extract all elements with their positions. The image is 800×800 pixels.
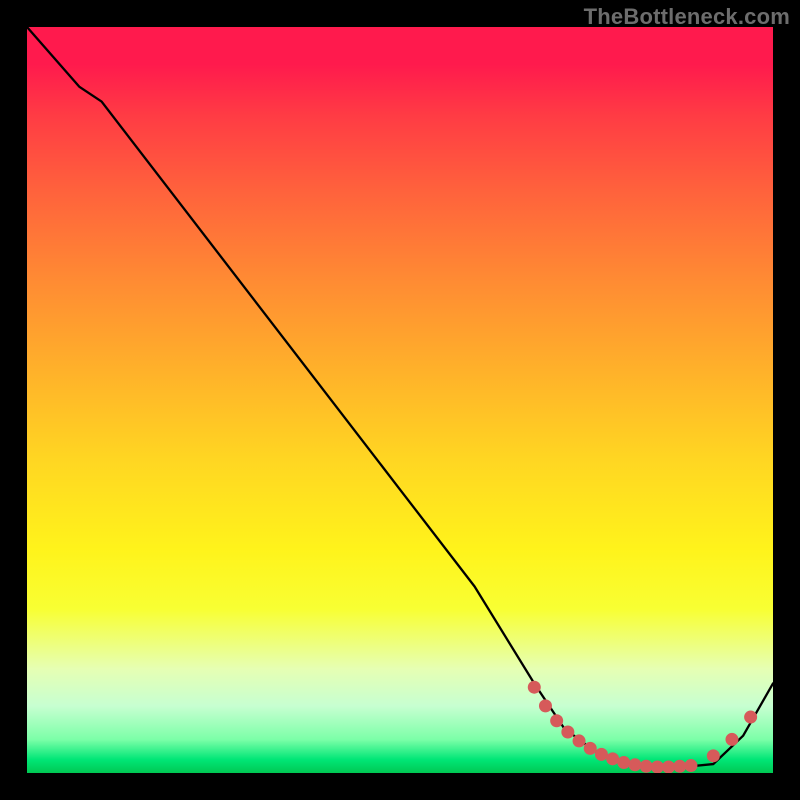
watermark-label: TheBottleneck.com [584,4,790,30]
marker-dot [628,758,641,771]
marker-dot [707,749,720,762]
marker-dot [725,733,738,746]
marker-dot [550,714,563,727]
marker-dot [617,756,630,769]
marker-dot [673,760,686,773]
marker-dot [539,699,552,712]
marker-dot [561,725,574,738]
marker-dot [528,681,541,694]
marker-dot [573,734,586,747]
marker-dot [606,752,619,765]
marker-dot [744,711,757,724]
marker-dot [595,748,608,761]
marker-dot [640,760,653,773]
chart-container: TheBottleneck.com [0,0,800,800]
marker-dot [651,761,664,773]
plot-area [27,27,773,773]
marker-dot [584,742,597,755]
line-chart-svg [27,27,773,773]
bottleneck-curve [27,27,773,767]
marker-dot [662,761,675,773]
marker-dot [684,759,697,772]
